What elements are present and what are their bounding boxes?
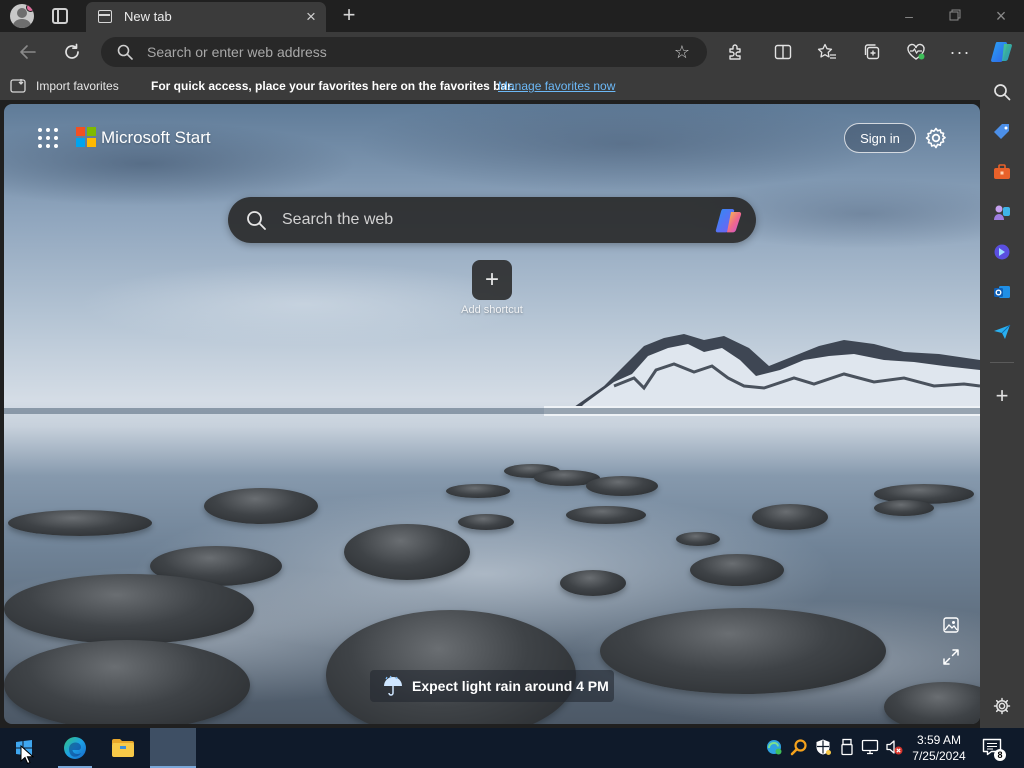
refresh-icon[interactable] [58, 38, 86, 66]
taskbar: 3:59 AM 7/25/2024 8 [0, 728, 1024, 768]
clock-time: 3:59 AM [916, 733, 962, 747]
security-tray-icon[interactable] [814, 738, 832, 756]
settings-icon[interactable] [992, 696, 1012, 716]
weather-text: Expect light rain around 4 PM [412, 678, 609, 694]
restore-icon[interactable] [944, 6, 966, 26]
right-sidebar: + [980, 72, 1024, 728]
apps-launcher-icon[interactable] [38, 128, 58, 148]
extensions-icon[interactable] [721, 38, 749, 66]
background-image-icon[interactable] [942, 616, 960, 634]
page-settings-icon[interactable] [924, 126, 948, 150]
search-icon [117, 44, 133, 60]
import-favorites-label: Import favorites [36, 79, 119, 93]
volume-muted-tray-icon[interactable] [885, 738, 903, 756]
rock [874, 500, 934, 516]
title-bar: New tab × + – × [0, 0, 1024, 32]
import-favorites-button[interactable]: Import favorites [10, 76, 119, 96]
tab-title: New tab [124, 9, 172, 24]
minimize-icon[interactable]: – [898, 6, 920, 26]
back-icon[interactable] [14, 38, 42, 66]
sidebar-divider [990, 362, 1014, 363]
weather-banner[interactable]: Expect light rain around 4 PM [370, 670, 614, 702]
background-mountain [544, 334, 980, 416]
bing-chat-icon[interactable] [992, 242, 1012, 262]
rock [676, 532, 720, 546]
rock [4, 574, 254, 644]
rock [586, 476, 658, 496]
import-icon [10, 79, 26, 93]
rock [344, 524, 470, 580]
umbrella-rain-icon [384, 675, 402, 696]
rock [600, 608, 886, 694]
favorites-bar-message: For quick access, place your favorites h… [151, 79, 515, 93]
performance-icon[interactable] [902, 38, 930, 66]
copilot-icon[interactable] [988, 38, 1016, 66]
tab-new-tab[interactable]: New tab × [86, 2, 326, 32]
favorites-icon[interactable] [813, 38, 841, 66]
tab-page-icon [98, 10, 112, 23]
search-icon [247, 211, 266, 230]
system-clock[interactable]: 3:59 AM 7/25/2024 [906, 732, 972, 764]
profile-icon[interactable] [10, 4, 34, 28]
notifications-button[interactable]: 8 [982, 738, 1006, 761]
web-search-box[interactable] [228, 197, 756, 243]
clock-date: 7/25/2024 [912, 749, 966, 763]
microsoft-logo-icon [76, 127, 96, 147]
add-shortcut-button[interactable]: + [472, 260, 512, 300]
workspaces-icon[interactable] [52, 8, 68, 24]
rock [566, 506, 646, 524]
rock [458, 514, 514, 530]
network-tray-icon[interactable] [861, 738, 879, 756]
mouse-cursor-icon [20, 745, 34, 765]
copilot-icon[interactable] [714, 207, 744, 235]
rock [446, 484, 510, 498]
address-input[interactable] [147, 37, 647, 67]
search-icon[interactable] [992, 82, 1012, 102]
brand-name[interactable]: Microsoft Start [101, 128, 211, 148]
more-icon[interactable]: ··· [946, 38, 974, 66]
edge-icon [64, 737, 86, 759]
favorites-bar: Import favorites For quick access, place… [0, 72, 1024, 100]
sign-in-button[interactable]: Sign in [844, 123, 916, 153]
taskbar-edge[interactable] [52, 728, 98, 768]
rock [752, 504, 828, 530]
collections-icon[interactable] [858, 38, 886, 66]
start-page: Microsoft Start Sign in + Add shortcut E… [4, 104, 980, 724]
usb-tray-icon[interactable] [838, 738, 856, 756]
rock [8, 510, 152, 536]
expand-icon[interactable] [942, 648, 960, 666]
games-icon[interactable] [992, 202, 1012, 222]
rock [4, 640, 250, 724]
horizon-line [4, 408, 980, 414]
taskbar-active-window[interactable] [150, 728, 196, 768]
tab-close-icon[interactable]: × [302, 8, 320, 26]
nav-bar: ☆ ··· [0, 32, 1024, 72]
send-icon[interactable] [992, 322, 1012, 342]
notification-count-badge: 8 [994, 749, 1006, 761]
address-bar[interactable]: ☆ [101, 37, 707, 67]
tools-icon[interactable] [992, 162, 1012, 182]
rock [560, 570, 626, 596]
rock [690, 554, 784, 586]
rock [204, 488, 318, 524]
taskbar-file-explorer[interactable] [100, 728, 146, 768]
web-search-input[interactable] [282, 197, 702, 243]
new-tab-icon[interactable]: + [338, 4, 360, 26]
manage-favorites-link[interactable]: Manage favorites now [498, 79, 615, 93]
edge-update-tray-icon[interactable] [765, 738, 783, 756]
add-icon[interactable]: + [992, 383, 1012, 408]
shopping-tag-icon[interactable] [992, 122, 1012, 142]
search-tray-icon[interactable] [790, 738, 808, 756]
add-shortcut-label: Add shortcut [461, 304, 523, 316]
split-screen-icon[interactable] [769, 38, 797, 66]
favorite-star-icon[interactable]: ☆ [671, 41, 693, 63]
folder-icon [112, 739, 134, 757]
close-window-icon[interactable]: × [990, 6, 1012, 26]
outlook-icon[interactable] [992, 282, 1012, 302]
